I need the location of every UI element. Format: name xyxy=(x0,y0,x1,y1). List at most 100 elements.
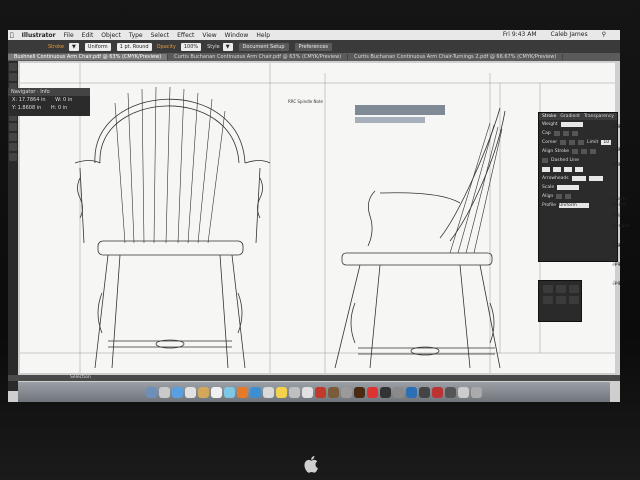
tab-stroke[interactable]: Stroke xyxy=(542,114,556,119)
clock[interactable]: Fri 9:43 AM xyxy=(503,31,537,38)
menu-view[interactable]: View xyxy=(202,32,216,39)
dash-field-1[interactable] xyxy=(542,167,550,172)
acrobat-icon[interactable] xyxy=(315,386,326,398)
desktop-file-label[interactable]: ng.jpg xyxy=(612,202,638,207)
brush-swatch-1[interactable] xyxy=(543,285,553,293)
app-icon-9[interactable] xyxy=(419,386,430,398)
preferences-button[interactable]: Preferences xyxy=(294,42,333,51)
arrowhead-start-select[interactable] xyxy=(571,176,586,181)
corner-bevel-button[interactable] xyxy=(578,140,585,145)
spotlight-icon[interactable]: ⚲ xyxy=(602,31,606,38)
menu-object[interactable]: Object xyxy=(101,32,121,39)
app-icon-7[interactable] xyxy=(393,386,404,398)
desktop-file-label[interactable]: -Jpg xyxy=(612,213,638,218)
profile-select[interactable]: Uniform xyxy=(559,203,589,208)
zoom-tool-icon[interactable] xyxy=(9,153,17,161)
cap-round-button[interactable] xyxy=(562,131,569,136)
apple-menu-icon[interactable]:  xyxy=(10,32,14,39)
dashed-line-checkbox[interactable] xyxy=(542,158,548,163)
desktop-file-label[interactable]: .jpg xyxy=(612,281,638,286)
stroke-variable-width-field[interactable]: Uniform xyxy=(84,42,111,51)
menu-select[interactable]: Select xyxy=(151,32,170,39)
calendar-icon[interactable] xyxy=(211,386,222,398)
cap-butt-button[interactable] xyxy=(553,131,560,136)
tab-transparency[interactable]: Transparency xyxy=(584,114,614,119)
finder-icon[interactable] xyxy=(146,386,157,398)
launchpad-icon[interactable] xyxy=(159,386,170,398)
downloads-stack-icon[interactable] xyxy=(458,386,469,398)
dash-field-4[interactable] xyxy=(575,167,583,172)
corner-round-button[interactable] xyxy=(569,140,576,145)
tab-doc-3[interactable]: Curtis Buchanan Continuous Arm Chair-Tur… xyxy=(348,54,564,60)
corner-miter-button[interactable] xyxy=(560,140,567,145)
menu-effect[interactable]: Effect xyxy=(177,32,194,39)
safari-icon[interactable] xyxy=(172,386,183,398)
selection-tool-icon[interactable] xyxy=(9,63,17,71)
menu-file[interactable]: File xyxy=(64,32,74,39)
desktop-file-label[interactable]: .jpg xyxy=(612,243,638,248)
user-name[interactable]: Caleb James xyxy=(551,31,588,38)
scale-tool-icon[interactable] xyxy=(9,143,17,151)
opacity-label[interactable]: Opacity xyxy=(157,44,176,50)
brush-swatch-4[interactable] xyxy=(543,296,553,304)
app-icon-1[interactable] xyxy=(289,386,300,398)
cap-square-button[interactable] xyxy=(571,131,578,136)
tab-doc-2[interactable]: Curtis Buchanan Continuous Arm Chair.pdf… xyxy=(168,54,349,60)
scale-field[interactable] xyxy=(557,185,580,190)
notes-icon[interactable] xyxy=(276,386,287,398)
dash-field-2[interactable] xyxy=(553,167,561,172)
app-icon-10[interactable] xyxy=(432,386,443,398)
align-outside-button[interactable] xyxy=(590,149,597,154)
direct-select-tool-icon[interactable] xyxy=(9,73,17,81)
menu-help[interactable]: Help xyxy=(256,32,270,39)
align-center-button[interactable] xyxy=(572,149,579,154)
app-icon-6[interactable] xyxy=(380,386,391,398)
app-icon-3[interactable] xyxy=(328,386,339,398)
menu-edit[interactable]: Edit xyxy=(82,32,94,39)
stroke-label[interactable]: Stroke xyxy=(48,44,64,50)
brush-swatch-2[interactable] xyxy=(556,285,566,293)
brush-swatch-5[interactable] xyxy=(556,296,566,304)
arrow-align-button-1[interactable] xyxy=(556,194,563,199)
app-icon-8[interactable] xyxy=(406,386,417,398)
mail-icon[interactable] xyxy=(185,386,196,398)
arrow-align-button-2[interactable] xyxy=(565,194,572,199)
artboard[interactable]: RRC Spindle Note xyxy=(20,63,615,373)
desktop-file-label[interactable]: .jpg xyxy=(612,162,638,167)
messages-icon[interactable] xyxy=(224,386,235,398)
weight-field[interactable] xyxy=(560,122,583,127)
rotate-tool-icon[interactable] xyxy=(9,133,17,141)
photos-icon[interactable] xyxy=(263,386,274,398)
limit-field[interactable]: 10 xyxy=(601,140,612,145)
brush-swatch-3[interactable] xyxy=(569,285,579,293)
arrowhead-end-select[interactable] xyxy=(588,176,603,181)
skype-icon[interactable] xyxy=(250,386,261,398)
tab-gradient[interactable]: Gradient xyxy=(560,114,580,119)
stroke-weight-field[interactable]: ▼ xyxy=(68,42,79,51)
brush-definition-field[interactable]: 1 pt. Round xyxy=(116,42,152,51)
desktop-file-label[interactable]: wer.psd xyxy=(612,224,638,229)
firefox-icon[interactable] xyxy=(237,386,248,398)
desktop-file-label[interactable]: .jpg xyxy=(612,124,638,129)
desktop-file-label[interactable]: .jpg xyxy=(612,147,638,152)
document-setup-button[interactable]: Document Setup xyxy=(238,42,289,51)
opacity-field[interactable]: 100% xyxy=(180,42,202,51)
style-field[interactable]: ▼ xyxy=(222,42,233,51)
app-icon-11[interactable] xyxy=(445,386,456,398)
brush-swatch-6[interactable] xyxy=(569,296,579,304)
app-icon-4[interactable] xyxy=(341,386,352,398)
align-inside-button[interactable] xyxy=(581,149,588,154)
brush-tool-icon[interactable] xyxy=(9,123,17,131)
tab-doc-1[interactable]: Bushnell Continuous Arm Chair.pdf @ 63% … xyxy=(8,54,169,60)
app-icon-5[interactable] xyxy=(367,386,378,398)
contacts-icon[interactable] xyxy=(198,386,209,398)
menu-app-name[interactable]: Illustrator xyxy=(22,32,56,39)
trash-icon[interactable] xyxy=(471,386,482,398)
menu-type[interactable]: Type xyxy=(129,32,143,39)
illustrator-icon[interactable] xyxy=(354,386,365,398)
dash-field-3[interactable] xyxy=(564,167,572,172)
menu-window[interactable]: Window xyxy=(225,32,249,39)
info-panel-title[interactable]: Navigator · Info xyxy=(8,88,90,96)
desktop-file-label[interactable]: .jpg xyxy=(612,262,638,267)
app-icon-2[interactable] xyxy=(302,386,313,398)
